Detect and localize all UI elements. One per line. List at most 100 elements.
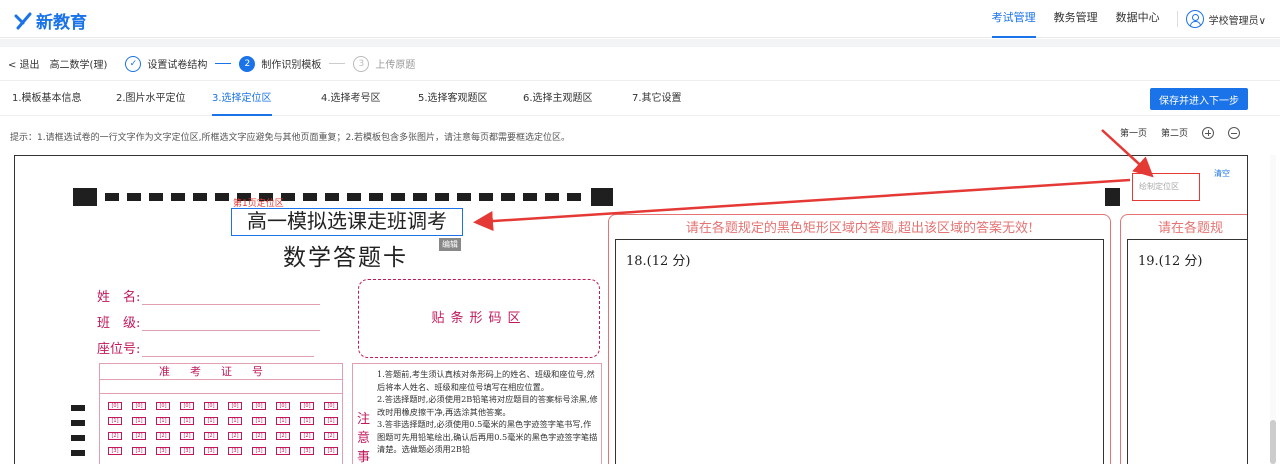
row-mark: [71, 405, 85, 411]
bubble: [2]: [108, 432, 122, 440]
timing-mark: [215, 193, 229, 201]
bubble: [1]: [324, 417, 338, 425]
timing-mark: [149, 193, 163, 201]
field-label: 班 级:: [97, 316, 141, 331]
tab-select-objective[interactable]: 5.选择客观题区: [418, 82, 488, 116]
bubble: [2]: [252, 432, 266, 440]
timing-mark: [457, 193, 471, 201]
bubble: [0]: [132, 402, 146, 410]
bubble: [0]: [276, 402, 290, 410]
bubble: [1]: [276, 417, 290, 425]
step-upload-original: 3 上传原题: [353, 55, 416, 72]
check-icon: ✓: [125, 55, 142, 72]
tab-other-settings[interactable]: 7.其它设置: [632, 82, 682, 116]
exit-link[interactable]: < 退出: [8, 56, 40, 71]
timing-mark: [325, 193, 339, 201]
timing-mark: [413, 193, 427, 201]
field-line: [142, 317, 321, 331]
bubble: [3]: [132, 447, 146, 455]
nav-divider: [1176, 11, 1178, 27]
barcode-area: 贴条形码区: [358, 279, 600, 358]
bubble: [0]: [228, 402, 242, 410]
timing-mark: [171, 193, 185, 201]
locator-panel: 绘制定位区 清空: [1120, 164, 1236, 208]
zoom-out-icon[interactable]: [1228, 126, 1240, 139]
header-gap: [0, 39, 1280, 47]
user-avatar-icon: [1185, 10, 1204, 28]
bubble: [1]: [252, 417, 266, 425]
tab-select-locator[interactable]: 3.选择定位区: [212, 82, 272, 116]
zoom-in-icon[interactable]: [1202, 126, 1214, 139]
timing-mark: [347, 193, 361, 201]
tab-select-subjective[interactable]: 6.选择主观题区: [523, 82, 593, 116]
top-bar: 新教育 考试管理 教务管理 数据中心 学校管理员∨: [0, 0, 1280, 38]
bubble: [0]: [300, 402, 314, 410]
step-connector: [215, 63, 232, 64]
row-mark: [71, 450, 85, 456]
timing-mark: [193, 193, 207, 201]
row-mark: [71, 420, 85, 426]
answer-area-warning: 请在各题规: [1157, 221, 1223, 236]
timing-mark: [105, 193, 119, 201]
edit-locator-button[interactable]: 编辑: [439, 238, 461, 251]
nav-academic-affairs[interactable]: 教务管理: [1054, 0, 1098, 38]
logo[interactable]: 新教育: [14, 8, 87, 33]
scrollbar[interactable]: [1270, 155, 1276, 464]
step-label: 上传原题: [375, 60, 416, 71]
step-label: 制作识别模板: [261, 60, 322, 71]
bubble: [1]: [228, 417, 242, 425]
tab-basic-info[interactable]: 1.模板基本信息: [12, 82, 82, 116]
bubble: [0]: [108, 402, 122, 410]
nav-data-center[interactable]: 数据中心: [1116, 0, 1160, 38]
tab-horizontal-position[interactable]: 2.图片水平定位: [116, 82, 186, 116]
nav-exam-management[interactable]: 考试管理: [991, 0, 1036, 38]
answer-area-19: 请在各题规 19.(12 分): [1120, 214, 1247, 464]
field-label: 座位号:: [97, 342, 141, 357]
bubble: [2]: [180, 432, 194, 440]
tab-select-exam-number[interactable]: 4.选择考号区: [321, 82, 381, 116]
answer-sheet-canvas[interactable]: 第1页定位区 高一模拟选课走班调考 编辑 数学答题卡 姓 名: 班 级: 座位号…: [14, 155, 1248, 464]
page-one-link[interactable]: 第一页: [1120, 126, 1147, 139]
timing-mark: [391, 193, 405, 201]
text-locator-box[interactable]: 高一模拟选课走班调考: [231, 208, 463, 236]
answer-card-title: 数学答题卡: [283, 245, 408, 271]
save-and-next-button[interactable]: 保存并进入下一步: [1150, 88, 1248, 110]
seat-field: 座位号:: [97, 338, 315, 357]
exam-number-write-row: [100, 380, 342, 394]
notice-box: 注意事 1.答题前,考生须认真核对条形码上的姓名、班级和座位号,然后将本人姓名、…: [352, 363, 602, 464]
step-make-template: 2 制作识别模板: [239, 55, 322, 72]
user-menu[interactable]: 学校管理员∨: [1185, 10, 1266, 28]
top-nav: 考试管理 教务管理 数据中心 学校管理员∨: [983, 0, 1266, 38]
step-bar: < 退出 高二数学(理) ✓ 设置试卷结构 2 制作识别模板 3 上传原题: [0, 47, 1280, 81]
bubble: [0]: [324, 402, 338, 410]
row-mark: [71, 435, 85, 441]
timing-mark: [479, 193, 493, 201]
subject-label: 高二数学(理): [49, 60, 108, 71]
class-field: 班 级:: [97, 312, 321, 331]
timing-mark: [591, 188, 613, 206]
bubble: [3]: [300, 447, 314, 455]
scrollbar-thumb[interactable]: [1270, 420, 1276, 464]
step-connector: [329, 63, 346, 64]
draw-locator-input[interactable]: 绘制定位区: [1132, 173, 1200, 201]
bubble: [2]: [228, 432, 242, 440]
timing-mark: [501, 193, 515, 201]
step-label: 设置试卷结构: [147, 60, 208, 71]
notice-title: 注意事: [357, 412, 371, 464]
answer-box: 19.(12 分): [1127, 239, 1247, 464]
timing-mark: [523, 193, 537, 201]
bubble: [0]: [180, 402, 194, 410]
clear-link[interactable]: 清空: [1214, 168, 1230, 179]
bubble: [3]: [228, 447, 242, 455]
bubble: [1]: [180, 417, 194, 425]
bubble: [1]: [108, 417, 122, 425]
bubble: [0]: [156, 402, 170, 410]
exam-number-heading: 准考证号: [100, 364, 342, 380]
bubble: [0]: [204, 402, 218, 410]
bubble: [2]: [276, 432, 290, 440]
page-two-link[interactable]: 第二页: [1161, 126, 1188, 139]
bubble: [1]: [300, 417, 314, 425]
bubble: [2]: [204, 432, 218, 440]
step-set-structure: ✓ 设置试卷结构: [125, 55, 208, 72]
bubble: [2]: [132, 432, 146, 440]
